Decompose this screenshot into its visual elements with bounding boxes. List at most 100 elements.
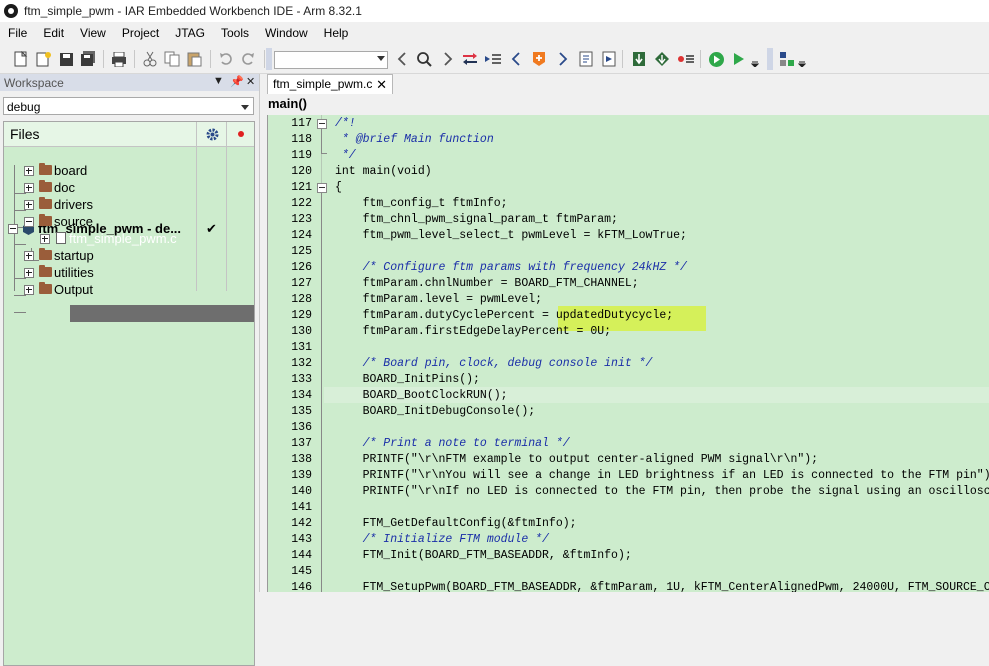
toggle-bookmark-icon[interactable] (530, 50, 548, 68)
pin-icon[interactable]: 📌 (230, 75, 244, 88)
paste-icon[interactable] (185, 50, 203, 68)
folder-icon (39, 180, 52, 192)
breakpoint-list-icon[interactable] (677, 50, 695, 68)
folder-label: doc (54, 180, 75, 195)
line-number: 140 (291, 485, 312, 498)
code-line: BOARD_BootClockRUN(); (335, 389, 508, 402)
file-label: ftm_simple_pwm.c (69, 231, 177, 246)
line-number: 120 (291, 165, 312, 178)
menu-project[interactable]: Project (114, 22, 167, 44)
download-debug-icon[interactable] (630, 50, 648, 68)
line-number: 129 (291, 309, 312, 322)
collapse-icon[interactable] (24, 217, 34, 227)
function-scope-bar[interactable]: main() (263, 94, 989, 114)
code-line: FTM_Init(BOARD_FTM_BASEADDR, &ftmInfo); (335, 549, 632, 562)
expand-icon[interactable] (24, 183, 34, 193)
debug-without-download-icon[interactable] (653, 50, 671, 68)
search-combo[interactable] (274, 51, 388, 69)
configuration-value: debug (7, 100, 41, 114)
window-layout-icon[interactable] (778, 50, 796, 68)
print-icon[interactable] (110, 50, 128, 68)
next-bookmark-icon[interactable] (554, 50, 572, 68)
close-icon[interactable]: ✕ (246, 75, 255, 88)
menu-file[interactable]: File (0, 22, 35, 44)
expand-icon[interactable] (24, 251, 34, 261)
find-icon[interactable] (415, 50, 433, 68)
tree-folder-board[interactable]: board (6, 162, 256, 179)
line-number: 117 (291, 117, 312, 130)
tree-folder-output[interactable]: Output (6, 281, 256, 298)
menu-tools[interactable]: Tools (213, 22, 257, 44)
chevron-down-icon[interactable] (241, 105, 249, 110)
tree-file-ftm-simple-pwm[interactable]: ftm_simple_pwm.c (6, 230, 256, 247)
workspace-title: Workspace (4, 75, 64, 90)
new-file-icon[interactable] (12, 50, 30, 68)
fold-icon[interactable] (317, 119, 327, 129)
code-line: /* Initialize FTM module */ (335, 533, 549, 546)
toolbar-overflow-2-icon[interactable] (797, 50, 807, 68)
go-run-icon[interactable] (707, 50, 725, 68)
menu-window[interactable]: Window (257, 22, 316, 44)
line-number: 142 (291, 517, 312, 530)
line-number: 141 (291, 501, 312, 514)
line-number: 143 (291, 533, 312, 546)
menu-jtag[interactable]: JTAG (167, 22, 213, 44)
close-tab-icon[interactable]: ✕ (376, 75, 387, 94)
nav-back-icon[interactable] (393, 50, 411, 68)
copy-icon[interactable] (163, 50, 181, 68)
nav-forward-icon[interactable] (439, 50, 457, 68)
expand-icon[interactable] (24, 200, 34, 210)
make-icon[interactable] (600, 50, 618, 68)
folder-label: source (54, 214, 94, 229)
undo-icon[interactable] (217, 50, 235, 68)
save-all-icon[interactable] (79, 50, 97, 68)
code-line: FTM_SetupPwm(BOARD_FTM_BASEADDR, &ftmPar… (335, 581, 989, 592)
code-line: PRINTF("\r\nYou will see a change in LED… (335, 469, 989, 482)
expand-icon[interactable] (24, 268, 34, 278)
replace-icon[interactable] (461, 50, 479, 68)
menu-help[interactable]: Help (316, 22, 357, 44)
line-number: 130 (291, 325, 312, 338)
go-to-icon[interactable] (484, 50, 502, 68)
code-line: ftm_config_t ftmInfo; (335, 197, 508, 210)
line-number: 123 (291, 213, 312, 226)
editor-tab-strip: ftm_simple_pwm.c ✕ (263, 74, 989, 94)
folder-icon (39, 282, 52, 294)
tree-folder-source[interactable]: source (6, 213, 256, 230)
gear-icon[interactable] (196, 122, 227, 146)
code-line: /* Board pin, clock, debug console init … (335, 357, 653, 370)
files-header: Files (4, 122, 254, 147)
fold-icon[interactable] (317, 183, 327, 193)
tree-folder-drivers[interactable]: drivers (6, 196, 256, 213)
line-number: 145 (291, 565, 312, 578)
line-number: 126 (291, 261, 312, 274)
menu-view[interactable]: View (72, 22, 114, 44)
panel-menu-icon[interactable]: ▼ (213, 75, 224, 87)
toolbar-overflow-icon[interactable] (750, 50, 760, 68)
save-icon[interactable] (57, 50, 75, 68)
expand-icon[interactable] (40, 234, 50, 244)
expand-icon[interactable] (24, 285, 34, 295)
cut-icon[interactable] (141, 50, 159, 68)
redo-icon[interactable] (239, 50, 257, 68)
prev-bookmark-icon[interactable] (507, 50, 525, 68)
tree-folder-doc[interactable]: doc (6, 179, 256, 196)
code-line: PRINTF("\r\nIf no LED is connected to th… (335, 485, 989, 498)
toolbar (0, 45, 989, 74)
code-editor[interactable]: 117 /*! 118 * @brief Main function 119 */ 12… (267, 115, 989, 592)
tree-folder-utilities[interactable]: utilities (6, 264, 256, 281)
chevron-down-icon[interactable] (377, 56, 385, 61)
compile-icon[interactable] (577, 50, 595, 68)
expand-icon[interactable] (24, 166, 34, 176)
tree-folder-startup[interactable]: startup (6, 247, 256, 264)
app-icon (4, 4, 18, 18)
run-to-cursor-icon[interactable] (730, 50, 748, 68)
code-line: /* Configure ftm params with frequency 2… (335, 261, 687, 274)
folder-icon (39, 214, 52, 226)
configuration-select[interactable]: debug (3, 97, 254, 115)
tab-ftm-simple-pwm[interactable]: ftm_simple_pwm.c ✕ (267, 74, 393, 94)
new-workspace-icon[interactable] (34, 50, 52, 68)
menu-edit[interactable]: Edit (35, 22, 72, 44)
line-number: 134 (291, 389, 312, 402)
workspace-panel: Workspace ▼ 📌 ✕ debug Files ftm_simple_p… (0, 74, 260, 666)
